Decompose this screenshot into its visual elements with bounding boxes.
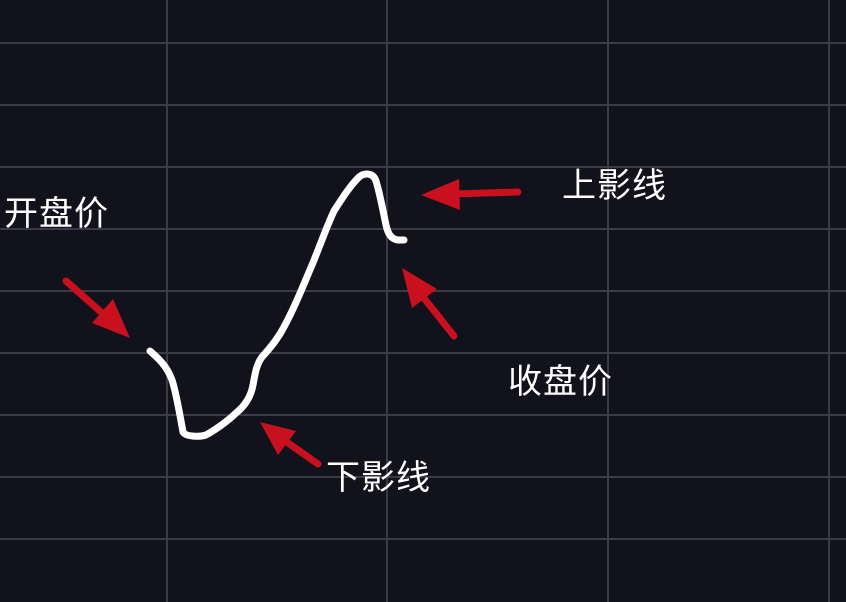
arrow-to-upper-shadow	[421, 179, 522, 210]
diagram-svg	[0, 0, 846, 602]
lower-shadow-label: 下影线	[326, 458, 431, 498]
arrow-to-open-price	[62, 277, 130, 338]
price-movement-line	[146, 170, 408, 440]
upper-shadow-label: 上影线	[562, 166, 667, 206]
arrow-to-close-price	[402, 268, 458, 340]
arrow-to-lower-shadow	[260, 422, 322, 468]
open-price-label: 开盘价	[4, 194, 109, 234]
candlestick-explainer-diagram: 开盘价 上影线 收盘价 下影线	[0, 0, 846, 602]
close-price-label: 收盘价	[508, 362, 613, 402]
